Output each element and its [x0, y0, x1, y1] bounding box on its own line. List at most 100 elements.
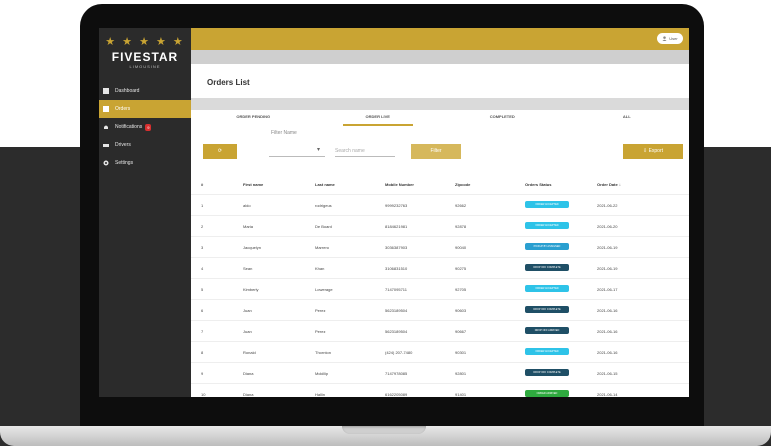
filter-button-label: Filter: [430, 148, 442, 154]
header-last-name[interactable]: Last name: [315, 182, 385, 187]
row-zipcode: 92705: [455, 286, 467, 292]
logo-stars: ★ ★ ★ ★ ★: [105, 36, 185, 48]
header-mobile[interactable]: Mobile Number: [385, 182, 455, 187]
row-order-date: 2021-06-14: [597, 391, 618, 397]
row-zipcode: 90275: [455, 265, 467, 271]
table-header-row: # First name Last name Mobile Number Zip…: [191, 174, 689, 195]
filter-name-select[interactable]: [269, 156, 325, 157]
sidebar-item-orders[interactable]: Orders: [99, 100, 191, 118]
row-first-name: Juan: [243, 328, 252, 334]
header-zipcode[interactable]: Zipcode: [455, 182, 525, 187]
row-order-date: 2021-06-19: [597, 244, 618, 250]
orders-table: # First name Last name Mobile Number Zip…: [191, 174, 689, 397]
row-first-name: Jacquelyn: [243, 244, 262, 250]
header-first-name[interactable]: First name: [239, 182, 315, 187]
row-mobile: 3106831510: [385, 265, 408, 271]
export-button-label: Export: [648, 148, 664, 154]
row-index: 5: [201, 286, 204, 292]
status-badge[interactable]: ORDER ACCEPTED: [525, 348, 569, 355]
row-mobile: 7147095711: [385, 286, 407, 292]
grid-icon: [103, 88, 109, 94]
gear-icon: [103, 160, 109, 166]
row-first-name: Diana: [243, 370, 254, 376]
table-row[interactable]: 3 Jacquelyn Marrero 3036387903 90040 PICKUP B…: [191, 237, 689, 258]
status-badge[interactable]: ORDER ACCEPTED: [525, 222, 569, 229]
header-order-date-label: Order Date: [597, 181, 618, 187]
status-badge[interactable]: DROP OFF COMPLETE: [525, 306, 569, 313]
row-zipcode: 91401: [455, 391, 467, 397]
sidebar-item-dashboard[interactable]: Dashboard: [99, 82, 191, 100]
row-first-name: Diana: [243, 391, 254, 397]
status-badge[interactable]: ORDER ACCEPTED: [525, 285, 569, 292]
table-row[interactable]: 6 Juan Perez 5623189504 90603 DROP OFF COMPLE…: [191, 300, 689, 321]
section-divider: [191, 98, 689, 110]
tab-order-pending[interactable]: ORDER PENDING: [191, 110, 316, 126]
header-order-date[interactable]: Order Date ↓: [597, 182, 689, 187]
table-row[interactable]: 5 Kimberly Lowerage 7147095711 92705 ORDER AC…: [191, 279, 689, 300]
laptop-screen: ★ ★ ★ ★ ★ FIVESTAR LIMOUSINE Dashboard O…: [99, 28, 689, 397]
status-badge[interactable]: ORDER ARRIVED: [525, 390, 569, 397]
row-last-name: Perez: [315, 328, 326, 334]
row-last-name: Perez: [315, 307, 326, 313]
row-order-date: 2021-06-17: [597, 286, 618, 292]
refresh-button[interactable]: ⟳: [203, 144, 237, 159]
chevron-down-icon[interactable]: ▾: [317, 146, 320, 153]
table-body: 1 aldo rodrigeus 9999232763 92662 ORDER ACCEP…: [191, 195, 689, 397]
row-mobile: 6162205089: [385, 391, 408, 397]
sidebar-item-notifications[interactable]: Notifications 9: [99, 118, 191, 136]
sort-arrow-icon: ↓: [618, 181, 621, 187]
table-row[interactable]: 1 aldo rodrigeus 9999232763 92662 ORDER ACCEP…: [191, 195, 689, 216]
page-title: Orders List: [207, 78, 250, 87]
bell-icon: [104, 125, 108, 129]
brand-logo[interactable]: ★ ★ ★ ★ ★ FIVESTAR LIMOUSINE: [99, 36, 191, 84]
status-badge[interactable]: PICKUP BY ASSIGNED: [525, 243, 569, 250]
row-first-name: Juan: [243, 307, 252, 313]
table-row[interactable]: 2 Maria De Board 8184621981 92878 ORDER ACCEP…: [191, 216, 689, 237]
sidebar-nav: Dashboard Orders Notifications 9 Drivers…: [99, 82, 191, 172]
status-badge[interactable]: DROP OFF ARRIVED: [525, 327, 569, 334]
row-zipcode: 90667: [455, 328, 467, 334]
user-label: User: [669, 36, 678, 41]
header-index[interactable]: #: [191, 182, 239, 187]
tab-all[interactable]: ALL: [565, 110, 690, 126]
table-row[interactable]: 9 Diana Mckillip 7147978085 92801 DROP OFF CO…: [191, 363, 689, 384]
row-order-date: 2021-06-22: [597, 202, 618, 208]
row-last-name: De Board: [315, 223, 332, 229]
brand-name: FIVESTAR: [111, 50, 179, 64]
row-order-date: 2021-06-16: [597, 328, 618, 334]
row-order-date: 2021-06-19: [597, 265, 618, 271]
tab-completed[interactable]: COMPLETED: [440, 110, 565, 126]
status-badge[interactable]: ORDER ACCEPTED: [525, 201, 569, 208]
sidebar-item-drivers[interactable]: Drivers: [99, 136, 191, 154]
table-row[interactable]: 10 Diana Hallin 6162205089 91401 ORDER ARRIVE…: [191, 384, 689, 397]
row-last-name: Marrero: [315, 244, 330, 250]
user-menu[interactable]: User: [657, 33, 683, 44]
row-status-cell: ORDER ACCEPTED: [525, 285, 597, 293]
row-zipcode: 90040: [455, 244, 467, 250]
row-mobile: 7147978085: [385, 370, 408, 376]
tab-order-live[interactable]: ORDER LIVE: [316, 110, 441, 126]
filter-button[interactable]: Filter: [411, 144, 461, 159]
laptop-bottom-rim: [80, 400, 704, 426]
export-icon: ⇩: [642, 148, 648, 154]
export-button[interactable]: ⇩ Export: [623, 144, 683, 159]
row-order-date: 2021-06-20: [597, 223, 618, 229]
table-row[interactable]: 7 Juan Perez 5623189504 90667 DROP OFF ARRIVE…: [191, 321, 689, 342]
sidebar-item-settings[interactable]: Settings: [99, 154, 191, 172]
order-tabs: ORDER PENDING ORDER LIVE COMPLETED ALL: [191, 110, 689, 126]
row-last-name: rodrigeus: [315, 202, 332, 208]
row-status-cell: PICKUP BY ASSIGNED: [525, 243, 597, 251]
table-row[interactable]: 8 Ronald Thornton (424) 207-7480 90301 ORDER …: [191, 342, 689, 363]
row-order-date: 2021-06-16: [597, 307, 618, 313]
row-order-date: 2021-06-16: [597, 349, 618, 355]
status-badge[interactable]: DROP OFF COMPLETE: [525, 264, 569, 271]
search-input[interactable]: [335, 146, 395, 157]
top-bar: User: [191, 28, 689, 50]
status-badge[interactable]: DROP OFF COMPLETE: [525, 369, 569, 376]
header-status[interactable]: Orders Status: [525, 182, 597, 187]
table-row[interactable]: 4 Sean Khan 3106831510 90275 DROP OFF COMPLET…: [191, 258, 689, 279]
notification-badge: 9: [145, 123, 152, 131]
row-last-name: Thornton: [315, 349, 332, 355]
row-first-name: Sean: [243, 265, 253, 271]
row-last-name: Lowerage: [315, 286, 333, 292]
